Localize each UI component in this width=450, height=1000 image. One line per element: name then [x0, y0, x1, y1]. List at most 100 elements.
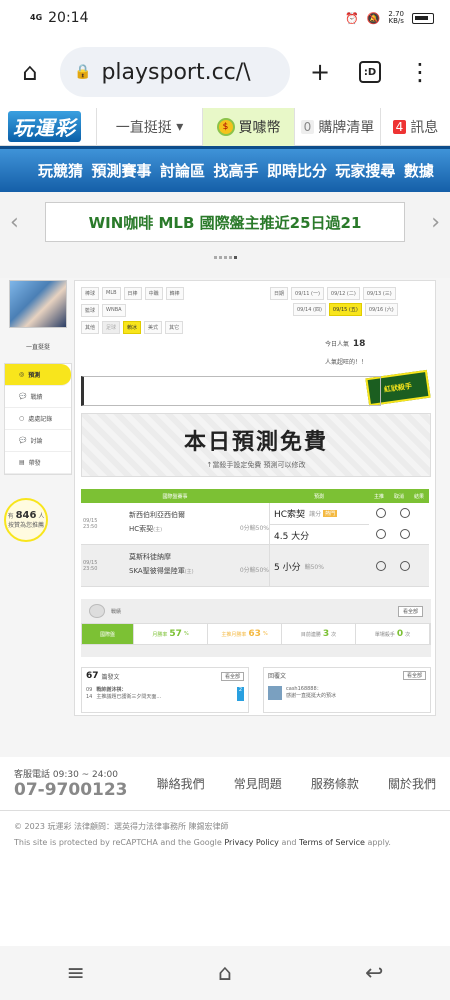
carousel-dot[interactable]	[218, 256, 222, 259]
reply-user[interactable]: cash168888：	[286, 686, 322, 692]
date-row: 日期 09/11 (一) 09/12 (二) 09/13 (三)	[270, 287, 430, 300]
net-speed: 2.70 KB/s	[388, 11, 404, 25]
record-tab-intl[interactable]: 國際盤	[82, 624, 135, 644]
sidebar-item-label: 討論	[30, 438, 43, 445]
table-header: 國際盤賽事 預測 主推 取消 結果	[81, 489, 429, 503]
main-pick-radio[interactable]	[376, 528, 386, 539]
date-tab[interactable]: 09/12 (二)	[326, 287, 360, 300]
filter-tag[interactable]: 其它	[165, 321, 184, 334]
date-tab-selected[interactable]: 09/15 (五)	[328, 303, 362, 316]
post-title[interactable]: 戰帥謝沐祺：	[96, 687, 126, 693]
date-tab[interactable]: 09/16 (六)	[364, 303, 398, 316]
view-all-button[interactable]: 看全部	[402, 671, 426, 680]
nav-item-guess[interactable]: 玩競猜	[38, 160, 83, 181]
nav-item-data[interactable]: 數據	[404, 160, 434, 181]
post-item[interactable]: 09 14 戰帥謝沐祺： 主推議題已護衛三夕問天面... 2	[86, 687, 244, 701]
buy-list-label[interactable]: 購牌清單	[318, 117, 374, 137]
filter-tag[interactable]: 美式	[144, 321, 163, 334]
recommend-badge[interactable]: 有 846 人 按贊為您推薦	[4, 498, 48, 542]
date-tab[interactable]: 09/13 (三)	[362, 287, 396, 300]
pick-label[interactable]: 4.5 大分	[274, 529, 309, 542]
buy-coin-label[interactable]: 買噱幣	[239, 117, 281, 137]
url-bar[interactable]: 🔒 playsport.cc/\	[60, 47, 290, 97]
filter-label: 其他	[81, 321, 100, 334]
user-name[interactable]: 一直挺挺	[4, 342, 72, 351]
nav-item-experts[interactable]: 找高手	[213, 160, 258, 181]
tab-count[interactable]: :D	[359, 61, 381, 83]
carousel-dot[interactable]	[223, 256, 227, 259]
pick-option[interactable]: HC索契 讓分 熱門	[270, 503, 369, 524]
filter-tag-active[interactable]: 賴冰	[123, 321, 142, 334]
plus-icon[interactable]: +	[300, 52, 340, 92]
date-tab[interactable]: 09/11 (一)	[291, 287, 324, 300]
carousel-dot[interactable]	[228, 256, 232, 259]
back-icon[interactable]: ↩	[365, 961, 383, 986]
nav-item-search[interactable]: 玩家搜尋	[335, 160, 395, 181]
target-icon: ◎	[19, 371, 25, 378]
footer-link-about[interactable]: 關於我們	[388, 775, 436, 792]
filter-tag[interactable]: WNBA	[102, 304, 126, 317]
buy-coin-button[interactable]: $ 買噱幣	[202, 107, 294, 146]
filter-tag[interactable]: 韓棒	[165, 287, 184, 300]
cheer-label[interactable]: 一直挺挺	[116, 117, 172, 137]
main-pick-radio[interactable]	[376, 560, 386, 571]
nav-item-live[interactable]: 即時比分	[267, 160, 327, 181]
messages-link[interactable]: 4 訊息	[380, 107, 450, 146]
home-icon[interactable]: ⌂	[10, 52, 50, 92]
lock-icon[interactable]: 🔒	[74, 64, 91, 80]
sidebar-item-label: 處處記錄	[28, 416, 53, 423]
chevron-left-icon[interactable]: ‹	[10, 210, 19, 235]
pick-label[interactable]: HC索契	[274, 507, 305, 520]
carousel-dot[interactable]	[213, 256, 217, 259]
logo-text[interactable]: 玩運彩	[8, 111, 81, 142]
pick-label[interactable]: 5 小分	[274, 560, 301, 573]
filter-tag[interactable]: MLB	[102, 287, 121, 300]
cancel-radio[interactable]	[400, 528, 410, 539]
main-pick-radio[interactable]	[376, 508, 386, 519]
cancel-radio[interactable]	[400, 508, 410, 519]
buy-list-link[interactable]: 0 購牌清單	[294, 107, 380, 146]
replies-header: 回覆文 看全部	[268, 671, 426, 680]
footer-link-faq[interactable]: 常見問題	[234, 775, 282, 792]
tab-switcher-button[interactable]: :D	[350, 52, 390, 92]
footer-link-terms[interactable]: 服務條款	[311, 775, 359, 792]
filter-tag[interactable]: 足球	[102, 321, 121, 334]
url-text[interactable]: playsport.cc/\	[101, 60, 250, 85]
sidebar-item-discuss[interactable]: 💬 討論	[5, 430, 71, 452]
nav-item-forum[interactable]: 討論區	[160, 160, 205, 181]
message-input[interactable]	[81, 376, 381, 406]
cheer-dropdown[interactable]: 一直挺挺 ▾	[96, 107, 202, 146]
more-vert-icon[interactable]: ⋮	[400, 52, 440, 92]
post-text[interactable]: 戰帥謝沐祺： 主推議題已護衛三夕問天面...	[96, 687, 161, 701]
view-all-button[interactable]: 看全部	[397, 605, 423, 617]
filter-tag[interactable]: 日棒	[123, 287, 142, 300]
sidebar-item-predict[interactable]: ◎ 預測	[5, 364, 71, 386]
nav-item-predict[interactable]: 預測賽事	[91, 160, 151, 181]
service-phone[interactable]: 07-9700123	[14, 780, 128, 800]
sidebar-item-record[interactable]: 💬 戰績	[5, 386, 71, 408]
reply-text[interactable]: cash168888： 感謝一直挺挺大的預冰	[286, 686, 336, 700]
sidebar-item-history[interactable]: ○ 處處記錄	[5, 408, 71, 430]
view-all-button[interactable]: 看全部	[220, 671, 244, 681]
messages-label[interactable]: 訊息	[410, 117, 438, 137]
carousel-dot-active[interactable]	[233, 256, 237, 259]
footer-link-contact[interactable]: 聯絡我們	[157, 775, 205, 792]
privacy-link[interactable]: Privacy Policy	[224, 838, 279, 847]
home-nav-icon[interactable]: ⌂	[218, 961, 232, 986]
recommend-count-line: 有 846 人	[8, 510, 45, 521]
avatar[interactable]	[9, 280, 67, 328]
recent-apps-icon[interactable]: ≡	[67, 961, 85, 986]
sidebar-item-posts[interactable]: ▤ 帶發	[5, 452, 71, 474]
site-logo[interactable]: 玩運彩	[0, 108, 96, 146]
date-tab[interactable]: 09/14 (四)	[293, 303, 326, 316]
terms-link[interactable]: Terms of Service	[299, 838, 365, 847]
banner-link[interactable]: WIN咖啡 MLB 國際盤主推近25日過21	[45, 202, 405, 242]
reply-item[interactable]: cash168888： 感謝一直挺挺大的預冰	[268, 686, 426, 700]
filter-tag[interactable]: 中職	[144, 287, 163, 300]
pick-option[interactable]: 5 小分 輸50%	[270, 545, 369, 587]
chevron-right-icon[interactable]: ›	[431, 210, 440, 235]
pick-option[interactable]: 4.5 大分	[270, 524, 369, 545]
browser-toolbar: ⌂ 🔒 playsport.cc/\ + :D ⋮	[0, 36, 450, 108]
cancel-radio[interactable]	[400, 560, 410, 571]
chevron-down-icon[interactable]: ▾	[176, 119, 183, 135]
